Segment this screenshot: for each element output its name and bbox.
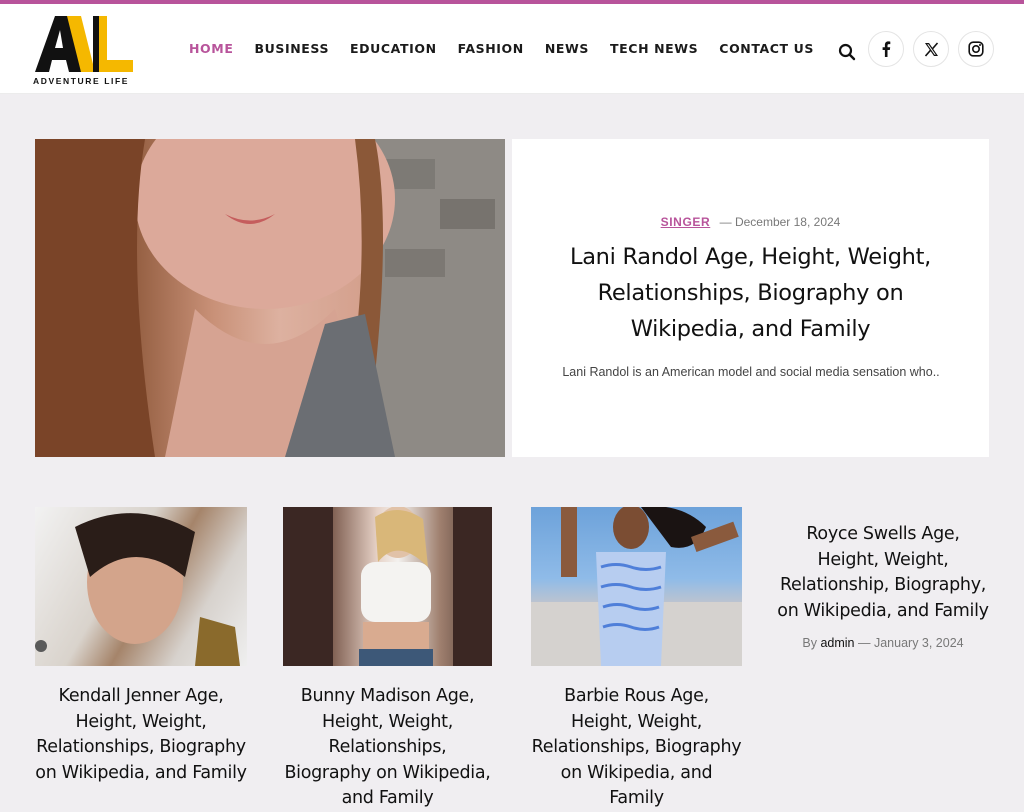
search-icon[interactable]	[838, 43, 856, 61]
nav-home[interactable]: HOME	[189, 41, 233, 56]
featured-post: SINGER — December 18, 2024 Lani Randol A…	[35, 139, 989, 457]
post-card: Kendall Jenner Age, Height, Weight, Rela…	[35, 507, 247, 786]
nav-contact-us[interactable]: CONTACT US	[719, 41, 814, 56]
date-separator: —	[857, 636, 874, 651]
nav-business[interactable]: BUSINESS	[254, 41, 329, 56]
instagram-icon[interactable]	[958, 31, 994, 67]
featured-image[interactable]	[35, 139, 505, 457]
post-date: January 3, 2024	[873, 636, 964, 651]
post-card: Bunny Madison Age, Height, Weight, Relat…	[283, 507, 492, 812]
x-icon[interactable]	[913, 31, 949, 67]
nav-fashion[interactable]: FASHION	[458, 41, 524, 56]
featured-title[interactable]: Lani Randol Age, Height, Weight, Relatio…	[552, 239, 949, 347]
category-link[interactable]: SINGER	[661, 215, 711, 229]
post-title[interactable]: Bunny Madison Age, Height, Weight, Relat…	[283, 684, 492, 812]
post-title[interactable]: Barbie Rous Age, Height, Weight, Relatio…	[531, 684, 742, 812]
logo-mark	[35, 16, 133, 72]
nav-tech-news[interactable]: TECH NEWS	[610, 41, 698, 56]
author-link[interactable]: admin	[820, 636, 854, 650]
site-header: ADVENTURE LIFE HOME BUSINESS EDUCATION F…	[0, 4, 1024, 94]
post-thumbnail[interactable]	[35, 507, 247, 666]
featured-meta: SINGER — December 18, 2024	[512, 215, 989, 229]
date-separator: —	[719, 215, 735, 229]
facebook-icon[interactable]	[868, 31, 904, 67]
by-label: By	[802, 636, 817, 651]
main-nav: HOME BUSINESS EDUCATION FASHION NEWS TEC…	[189, 41, 835, 56]
nav-education[interactable]: EDUCATION	[350, 41, 437, 56]
featured-excerpt: Lani Randol is an American model and soc…	[562, 365, 940, 379]
post-thumbnail[interactable]	[283, 507, 492, 666]
side-post-title[interactable]: Royce Swells Age, Height, Weight, Relati…	[775, 522, 991, 624]
side-post-meta: By admin — January 3, 2024	[775, 636, 991, 650]
nav-news[interactable]: NEWS	[545, 41, 589, 56]
logo-tagline: ADVENTURE LIFE	[33, 76, 130, 86]
post-date: December 18, 2024	[734, 215, 841, 229]
post-thumbnail[interactable]	[531, 507, 742, 666]
side-post: Royce Swells Age, Height, Weight, Relati…	[775, 522, 991, 650]
post-card: Barbie Rous Age, Height, Weight, Relatio…	[531, 507, 742, 812]
post-title[interactable]: Kendall Jenner Age, Height, Weight, Rela…	[35, 684, 247, 786]
featured-card: SINGER — December 18, 2024 Lani Randol A…	[512, 139, 989, 457]
site-logo[interactable]: ADVENTURE LIFE	[33, 14, 139, 86]
